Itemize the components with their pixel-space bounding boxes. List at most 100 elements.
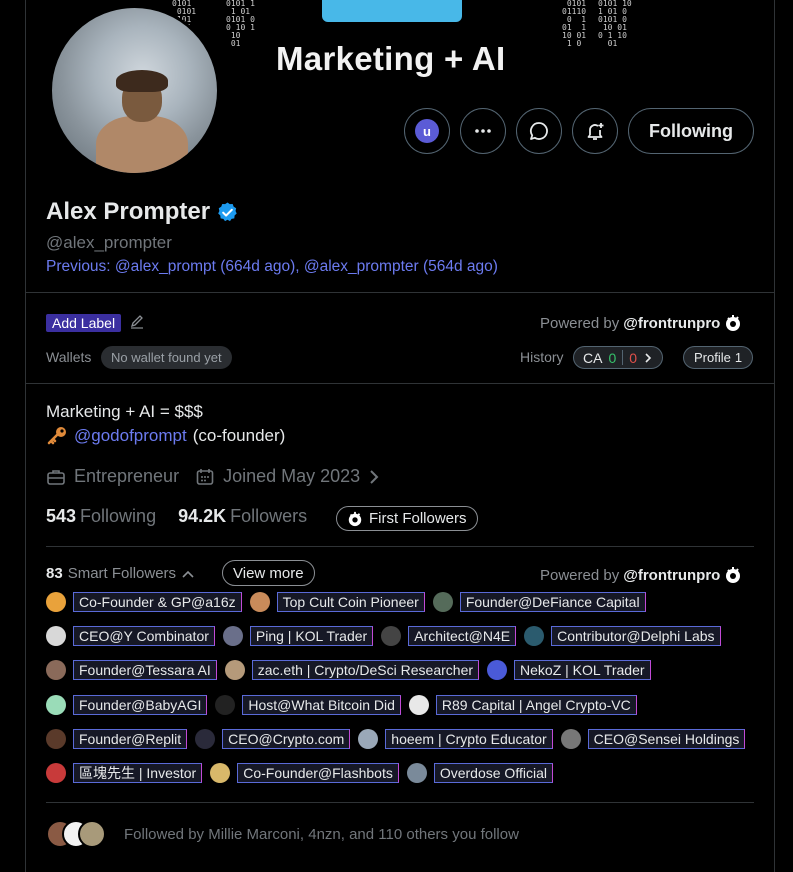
smart-follower-item[interactable]: CEO@Y Combinator <box>46 626 215 646</box>
profile-pill-count: 1 <box>734 350 743 365</box>
following-label[interactable]: Following <box>80 506 156 527</box>
smart-follower-tag: CEO@Sensei Holdings <box>587 729 746 749</box>
previous-handles[interactable]: Previous: @alex_prompt (664d ago), @alex… <box>46 258 498 276</box>
banner-binary-left-2: 0101 1 1 01 0101 0 0 10 1 10 01 <box>226 0 255 48</box>
smart-follower-item[interactable]: Founder@Tessara AI <box>46 660 217 680</box>
key-icon <box>47 427 66 445</box>
avatar <box>215 695 236 715</box>
profile-pill-label: Profile <box>694 350 731 365</box>
smart-follower-item[interactable]: zac.eth | Crypto/DeSci Researcher <box>224 660 480 680</box>
powered-by-label: Powered by <box>540 314 620 332</box>
banner-title: Marketing + AI <box>276 40 506 77</box>
frontrun-logo-icon <box>348 511 362 526</box>
smart-follower-item[interactable]: hoeem | Crypto Educator <box>358 729 553 749</box>
smart-follower-item[interactable]: Founder@DeFiance Capital <box>432 592 646 612</box>
divider-3 <box>46 546 754 547</box>
followed-by[interactable]: Followed by Millie Marconi, 4nzn, and 11… <box>46 820 519 848</box>
smart-follower-tag: 區塊先生 | Investor <box>73 763 203 783</box>
following-button[interactable]: Following <box>628 108 754 154</box>
first-followers-label: First Followers <box>369 510 467 527</box>
notifications-button[interactable] <box>572 108 618 154</box>
smart-follower-item[interactable]: Founder@BabyAGI <box>46 695 208 715</box>
profile-meta: Entrepreneur Joined May 2023 <box>46 466 380 487</box>
joined-date[interactable]: Joined May 2023 <box>223 466 360 487</box>
avatar <box>78 820 106 848</box>
smart-follower-tag: CEO@Y Combinator <box>73 626 215 646</box>
powered-by-handle[interactable]: @frontrunpro <box>623 315 720 332</box>
avatar <box>46 660 66 680</box>
smart-follower-tag: Co-Founder@Flashbots <box>237 763 399 783</box>
avatar <box>249 592 270 612</box>
smart-follower-item[interactable]: Architect@N4E <box>381 626 517 646</box>
smart-follower-tag: hoeem | Crypto Educator <box>385 729 553 749</box>
calendar-icon <box>196 468 214 485</box>
followers-label[interactable]: Followers <box>230 506 307 527</box>
smart-follower-tag: Founder@DeFiance Capital <box>459 592 646 612</box>
history-label: History <box>520 349 564 365</box>
smart-follower-item[interactable]: Contributor@Delphi Labs <box>524 626 721 646</box>
avatar-hair <box>116 70 168 92</box>
extension-button[interactable]: u <box>404 108 450 154</box>
smart-follower-item[interactable]: Co-Founder & GP@a16z <box>46 592 242 612</box>
smart-follower-item[interactable]: Overdose Official <box>406 763 553 783</box>
frontrun-logo-icon <box>726 567 741 583</box>
first-followers-button[interactable]: First Followers <box>336 506 478 531</box>
bio-link[interactable]: @godofprompt <box>74 426 187 446</box>
avatar <box>224 660 245 680</box>
view-more-button[interactable]: View more <box>222 560 315 586</box>
display-name: Alex Prompter <box>46 198 211 225</box>
divider-2 <box>25 383 775 384</box>
avatar <box>406 763 427 783</box>
smart-followers-label: Smart Followers <box>67 565 177 582</box>
avatar <box>222 626 243 646</box>
message-button[interactable] <box>516 108 562 154</box>
smart-follower-item[interactable]: CEO@Crypto.com <box>195 729 351 749</box>
smart-followers-header[interactable]: 83 Smart Followers <box>46 565 195 582</box>
frontrun-logo-icon <box>726 315 741 331</box>
avatar <box>46 763 66 783</box>
smart-follower-item[interactable]: Founder@Replit <box>46 729 188 749</box>
smart-followers-row: Co-Founder & GP@a16z Top Cult Coin Pionee… <box>46 592 654 612</box>
smart-follower-item[interactable]: NekoZ | KOL Trader <box>487 660 651 680</box>
avatar[interactable] <box>49 5 220 176</box>
avatar <box>46 626 66 646</box>
wallets-label: Wallets <box>46 349 92 365</box>
handle: @alex_prompter <box>46 233 172 252</box>
followers-count[interactable]: 94.2K <box>178 506 226 527</box>
followed-by-text: Followed by Millie Marconi, 4nzn, and 11… <box>124 825 519 843</box>
ca-history-pill[interactable]: CA 0 0 <box>573 346 664 369</box>
powered-by-label: Powered by <box>540 566 620 584</box>
powered-by-handle[interactable]: @frontrunpro <box>623 567 720 584</box>
profile-history-pill[interactable]: Profile 1 <box>683 346 754 369</box>
smart-follower-tag: Overdose Official <box>433 763 553 783</box>
avatar <box>46 592 66 612</box>
smart-follower-item[interactable]: 區塊先生 | Investor <box>46 763 203 783</box>
smart-follower-tag: Founder@Replit <box>73 729 188 749</box>
avatar-body <box>96 116 188 173</box>
smart-follower-item[interactable]: Top Cult Coin Pioneer <box>249 592 425 612</box>
smart-follower-item[interactable]: R89 Capital | Angel Crypto-VC <box>408 695 637 715</box>
more-icon <box>475 129 491 133</box>
smart-followers-row: 區塊先生 | Investor Co-Founder@Flashbots Overd… <box>46 763 561 783</box>
avatar <box>210 763 231 783</box>
smart-follower-item[interactable]: Host@What Bitcoin Did <box>215 695 401 715</box>
smart-follower-tag: R89 Capital | Angel Crypto-VC <box>435 695 637 715</box>
smart-follower-item[interactable]: Ping | KOL Trader <box>222 626 374 646</box>
following-count[interactable]: 543 <box>46 506 76 527</box>
smart-followers-row: Founder@Tessara AI zac.eth | Crypto/DeSci… <box>46 660 659 680</box>
chevron-right-icon[interactable] <box>368 468 380 486</box>
pencil-icon[interactable] <box>129 313 145 329</box>
occupation: Entrepreneur <box>74 466 180 486</box>
smart-follower-tag: CEO@Crypto.com <box>222 729 351 749</box>
smart-followers-row: Founder@Replit CEO@Crypto.com hoeem | Cryp… <box>46 729 753 749</box>
more-button[interactable] <box>460 108 506 154</box>
bio-line-2: @godofprompt (co-founder) <box>46 426 285 446</box>
smart-follower-tag: Top Cult Coin Pioneer <box>276 592 425 612</box>
smart-follower-tag: zac.eth | Crypto/DeSci Researcher <box>251 660 480 680</box>
smart-follower-item[interactable]: CEO@Sensei Holdings <box>560 729 746 749</box>
add-label-button[interactable]: Add Label <box>46 314 122 332</box>
message-icon <box>529 122 548 140</box>
powered-by-1: Powered by @frontrunpro <box>540 314 742 332</box>
smart-follower-item[interactable]: Co-Founder@Flashbots <box>210 763 399 783</box>
smart-follower-tag: Contributor@Delphi Labs <box>551 626 721 646</box>
